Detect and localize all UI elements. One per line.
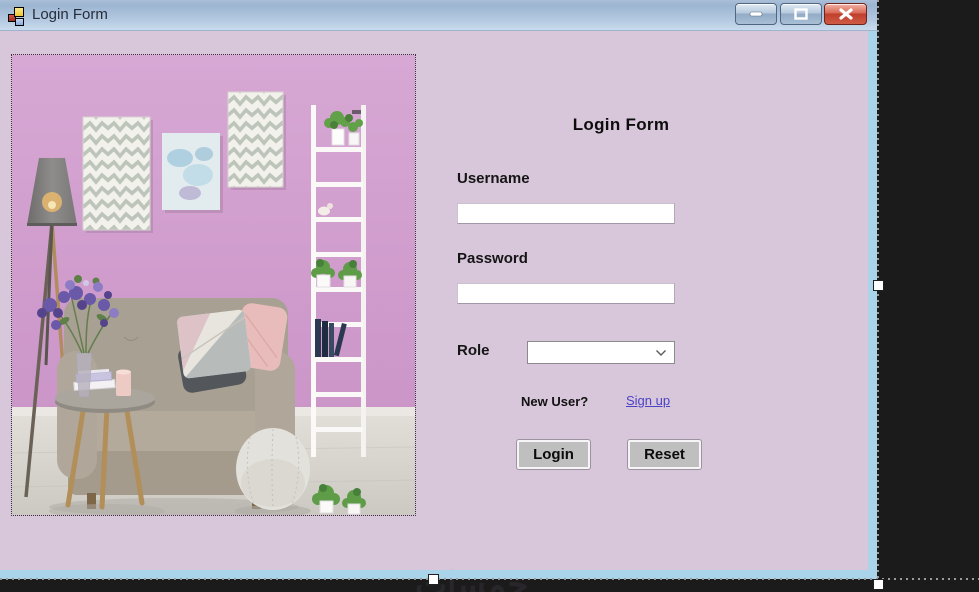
selection-line-vertical <box>877 0 879 592</box>
close-button[interactable] <box>824 3 867 25</box>
password-input[interactable] <box>457 283 675 304</box>
selection-line-horizontal <box>0 578 979 580</box>
login-form-window: Login Form Login Form Username Password … <box>0 0 877 592</box>
reset-button[interactable]: Reset <box>628 440 701 469</box>
login-button[interactable]: Login <box>517 440 590 469</box>
window-title: Login Form <box>32 6 108 23</box>
minimize-button[interactable] <box>735 3 777 25</box>
form-heading: Login Form <box>572 115 670 134</box>
resize-handle-corner[interactable] <box>873 579 884 590</box>
living-room-illustration <box>12 55 415 515</box>
maximize-icon <box>794 8 808 20</box>
designer-canvas: Login Form Login Form Username Password … <box>0 0 979 592</box>
app-icon-blue-square <box>15 18 24 26</box>
picturebox-room-image[interactable] <box>11 54 416 516</box>
password-label: Password <box>457 250 528 267</box>
maximize-button[interactable] <box>780 3 822 25</box>
role-combobox[interactable] <box>527 341 675 364</box>
username-input[interactable] <box>457 203 675 224</box>
app-icon-yellow-square <box>14 7 24 17</box>
username-label: Username <box>457 170 530 187</box>
form-surface: Login Form Username Password Role New Us… <box>0 31 868 592</box>
signup-link[interactable]: Sign up <box>626 393 670 408</box>
close-icon <box>838 8 853 20</box>
winforms-app-icon <box>8 6 27 26</box>
form-border-right <box>868 31 877 579</box>
chevron-down-icon <box>656 349 666 356</box>
resize-handle-right[interactable] <box>873 280 884 291</box>
minimize-icon <box>749 11 763 17</box>
titlebar[interactable]: Login Form <box>0 0 877 31</box>
role-label: Role <box>457 342 490 359</box>
new-user-label: New User? <box>521 394 589 409</box>
resize-handle-bottom[interactable] <box>428 574 439 585</box>
